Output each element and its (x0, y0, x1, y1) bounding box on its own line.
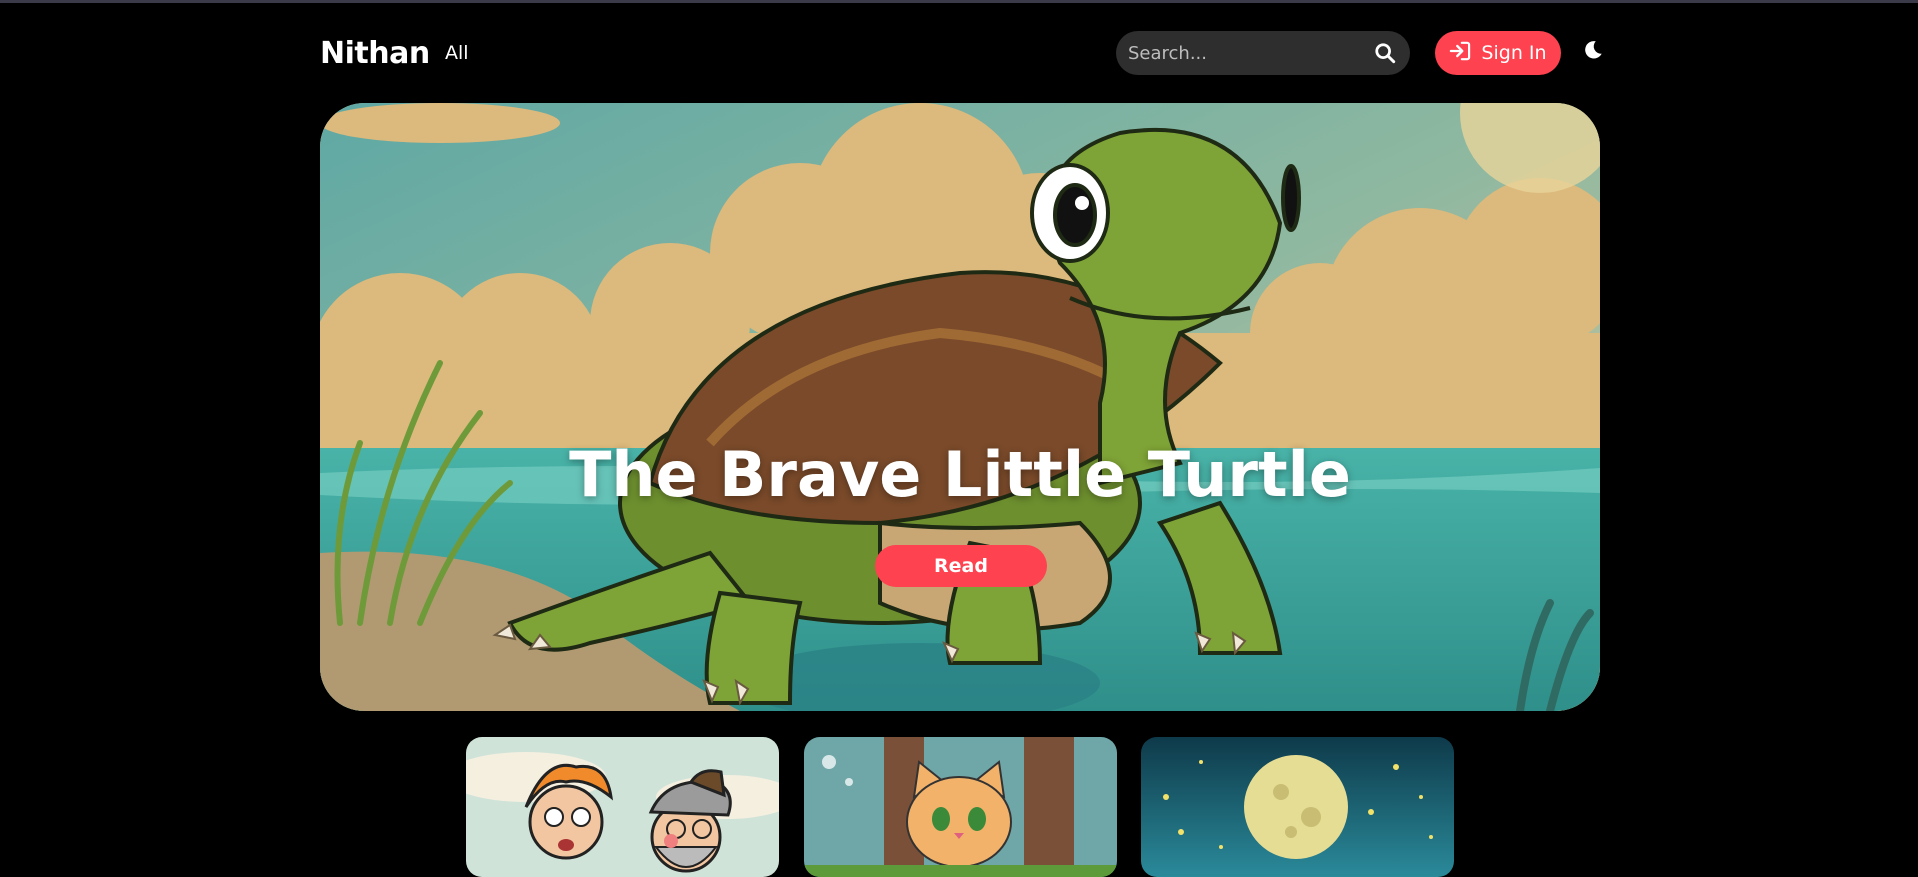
sign-in-icon (1449, 41, 1471, 66)
story-card-thumbnail (466, 737, 779, 877)
story-card[interactable] (804, 737, 1117, 877)
hero-title: The Brave Little Turtle (569, 438, 1351, 511)
nav-link-all[interactable]: All (445, 42, 469, 64)
story-card[interactable] (1141, 737, 1454, 877)
story-card-thumbnail (804, 737, 1117, 877)
navbar: Nithan All Sign In (320, 28, 1602, 78)
search-icon[interactable] (1372, 40, 1398, 66)
brand-logo[interactable]: Nithan (320, 36, 430, 71)
hero-turtle-illustration (320, 103, 1600, 711)
window-top-border (0, 0, 1918, 3)
story-card-thumbnail (1141, 737, 1454, 877)
sign-in-button[interactable]: Sign In (1435, 31, 1561, 75)
sign-in-label: Sign In (1481, 42, 1547, 64)
search-input[interactable] (1128, 42, 1372, 64)
story-card[interactable] (466, 737, 779, 877)
read-button[interactable]: Read (875, 545, 1047, 587)
moon-icon[interactable] (1582, 39, 1608, 65)
search-bar (1116, 31, 1410, 75)
hero-banner: The Brave Little Turtle Read (320, 103, 1600, 711)
